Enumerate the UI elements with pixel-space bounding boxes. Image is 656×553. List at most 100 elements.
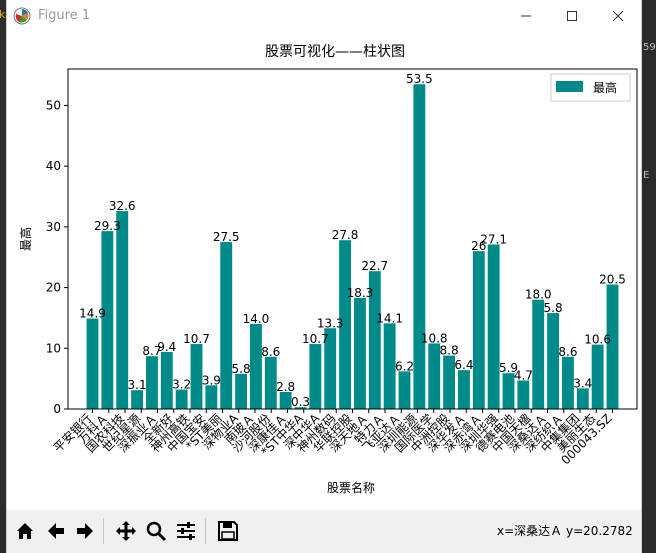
bar-chart: 股票可视化——柱状图 14.929.332.63.18.79.43.210.73… [18, 44, 638, 495]
bar [145, 356, 158, 409]
maximize-icon [567, 11, 577, 21]
bar [353, 297, 366, 409]
bar [428, 343, 441, 409]
bars-group [86, 84, 619, 410]
y-tick-label: 50 [46, 98, 61, 112]
bar-value-label: 20.5 [599, 273, 626, 287]
bar [517, 380, 530, 409]
bar [606, 284, 619, 409]
chart-title: 股票可视化——柱状图 [265, 44, 405, 60]
bar [487, 244, 500, 409]
configure-subplots-button[interactable] [171, 516, 201, 546]
bar [235, 373, 248, 409]
bar-value-label: 18.0 [525, 288, 552, 302]
pan-button[interactable] [111, 516, 141, 546]
bar-value-label: 13.3 [317, 316, 344, 330]
forward-button[interactable] [70, 516, 100, 546]
bar-value-label: 29.3 [94, 219, 121, 233]
y-axis-ticks: 0 10 20 30 40 50 [46, 98, 68, 416]
bar-value-label: 22.7 [361, 259, 388, 273]
bar-value-label: 14.0 [243, 312, 270, 326]
home-icon [17, 523, 33, 539]
close-button[interactable] [595, 0, 641, 32]
back-button[interactable] [41, 516, 71, 546]
bar [175, 389, 188, 409]
bar [383, 323, 396, 409]
bar-value-label: 53.5 [406, 72, 433, 86]
bar-value-label: 5.8 [232, 362, 251, 376]
bar-value-label: 10.6 [584, 333, 611, 347]
window-title: Figure 1 [38, 8, 91, 23]
y-tick-label: 20 [46, 281, 61, 295]
bar-value-label: 27.8 [332, 228, 359, 242]
bar [532, 299, 545, 409]
navigation-toolbar: x=深桑达Ａ y=20.2782 [7, 510, 641, 553]
forward-arrow-icon [77, 523, 93, 539]
bar-value-label: 2.8 [276, 380, 295, 394]
bar [249, 324, 262, 409]
x-axis-label: 股票名称 [327, 480, 375, 495]
bar [116, 211, 129, 409]
bar [443, 355, 456, 409]
bar-value-label: 8.6 [558, 345, 577, 359]
y-tick-label: 0 [53, 402, 61, 416]
bar-value-label: 10.7 [183, 332, 210, 346]
zoom-button[interactable] [141, 516, 171, 546]
bar-value-label: 3.1 [128, 378, 147, 392]
background-text: E [643, 170, 650, 181]
bar [591, 344, 604, 409]
bar-value-label: 6.2 [395, 359, 414, 373]
bar [576, 388, 589, 409]
bar-value-label: 14.1 [376, 311, 403, 325]
bar-value-label: 4.7 [514, 368, 533, 382]
pan-icon [116, 521, 136, 541]
bar-value-label: 32.6 [109, 199, 136, 213]
bar [472, 251, 485, 409]
y-tick-label: 10 [46, 341, 61, 355]
bar-value-label: 0.3 [291, 395, 310, 409]
bar [309, 344, 322, 409]
save-icon [218, 521, 238, 541]
toolbar-separator [205, 518, 206, 544]
bar-value-label: 6.4 [454, 358, 473, 372]
bar-value-label: 8.6 [261, 345, 280, 359]
home-button[interactable] [10, 516, 40, 546]
configure-subplots-icon [177, 522, 195, 540]
background-app-glyph: k [0, 8, 6, 21]
bar-value-label: 27.1 [480, 232, 507, 246]
bar-value-label: 14.9 [79, 307, 106, 321]
bar-value-label: 3.4 [573, 376, 592, 390]
bar [413, 84, 426, 410]
legend: 最高 [550, 73, 631, 102]
toolbar-separator [103, 518, 104, 544]
bar [561, 356, 574, 409]
figure-window: Figure 1 股票可视化——柱状图 14.9 29.3 32.6 3.1 8.7 9.… [6, 0, 642, 553]
maximize-button[interactable] [549, 0, 595, 32]
bar-value-label: 5.8 [544, 301, 563, 315]
bar [457, 370, 470, 409]
legend-swatch [556, 81, 583, 92]
bar-value-label: 3.9 [202, 373, 221, 387]
bar [398, 371, 411, 409]
bar-value-label: 10.7 [302, 332, 329, 346]
minimize-button[interactable] [503, 0, 549, 32]
x-axis-ticks: 平安银行万科Ａ国农科技世纪星源深振业Ａ全新好神州高铁中国宝安*ST美丽深物业A南… [50, 409, 615, 467]
bar [205, 385, 218, 409]
bar [264, 356, 277, 409]
bar [502, 373, 515, 409]
matplotlib-logo-icon [13, 7, 31, 25]
background-app-edge-right: 59 E [640, 0, 656, 553]
bar [220, 242, 233, 409]
bar-value-label: 9.4 [157, 340, 176, 354]
back-arrow-icon [48, 523, 64, 539]
bar [547, 313, 560, 409]
y-axis-label: 最高 [18, 227, 33, 251]
cursor-readout: x=深桑达Ａ y=20.2782 [497, 524, 633, 538]
bar [131, 390, 144, 409]
bar [160, 351, 173, 409]
close-icon [612, 10, 624, 22]
title-bar: Figure 1 [7, 0, 641, 32]
y-tick-label: 40 [46, 159, 61, 173]
zoom-icon [146, 521, 167, 542]
save-button[interactable] [213, 516, 243, 546]
